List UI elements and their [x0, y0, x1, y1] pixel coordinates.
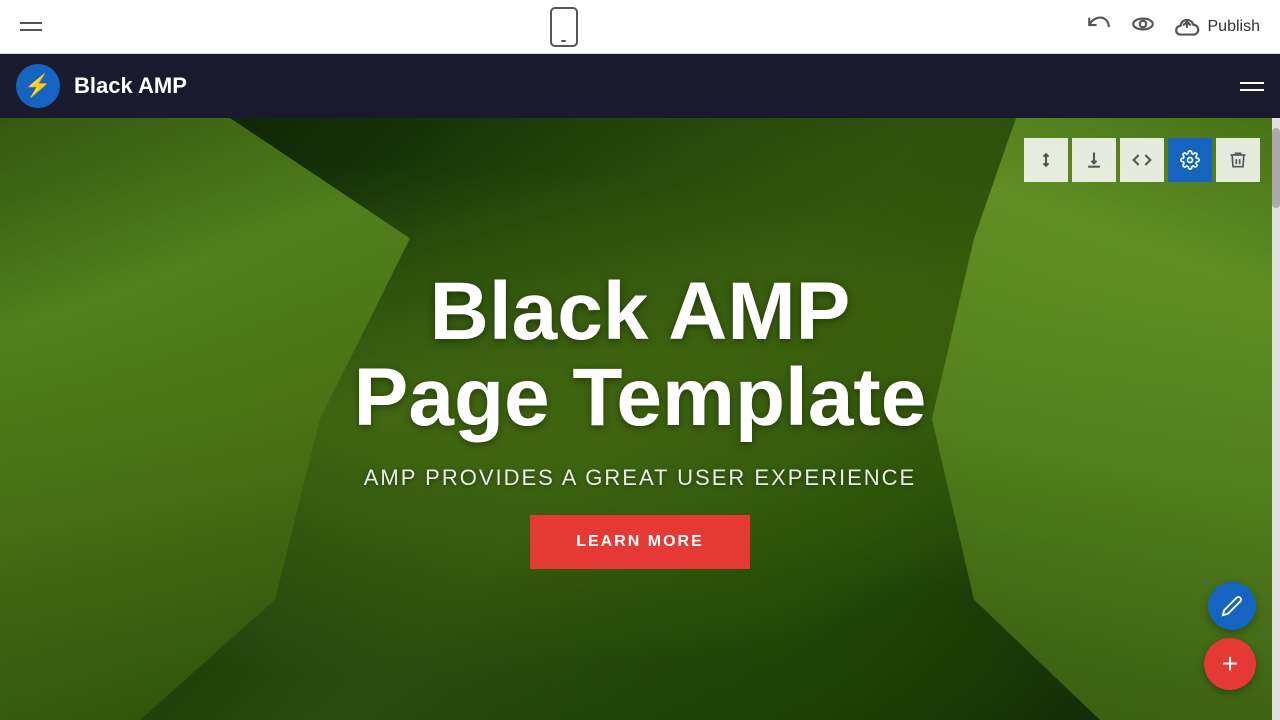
- cloud-upload-icon: [1174, 14, 1200, 40]
- preview-button[interactable]: [1130, 11, 1156, 42]
- top-toolbar: Publish: [0, 0, 1280, 54]
- toolbar-left: [20, 22, 42, 31]
- hero-content: Black AMP Page Template AMP PROVIDES A G…: [0, 118, 1280, 720]
- mobile-preview-icon[interactable]: [550, 7, 578, 47]
- app-header: ⚡ Black AMP: [0, 54, 1280, 118]
- lightning-icon: ⚡: [24, 73, 51, 99]
- hero-cta-button[interactable]: LEARN MORE: [530, 515, 750, 569]
- app-title: Black AMP: [74, 73, 187, 99]
- app-header-left: ⚡ Black AMP: [16, 64, 187, 108]
- hero-title-line1: Black AMP: [430, 266, 851, 357]
- gear-icon: [1180, 150, 1200, 170]
- plus-icon: +: [1222, 648, 1238, 680]
- settings-section-button[interactable]: [1168, 138, 1212, 182]
- toolbar-center: [550, 7, 578, 47]
- publish-label: Publish: [1208, 18, 1260, 36]
- toolbar-right: Publish: [1086, 11, 1260, 42]
- hamburger-menu-icon[interactable]: [20, 22, 42, 31]
- pencil-icon: [1221, 595, 1243, 617]
- section-toolbar: [1024, 138, 1260, 182]
- eye-icon: [1130, 11, 1156, 37]
- hero-subtitle: AMP PROVIDES A GREAT USER EXPERIENCE: [364, 465, 916, 491]
- hero-title-line2: Page Template: [354, 352, 927, 443]
- publish-button[interactable]: Publish: [1174, 14, 1260, 40]
- fab-add-button[interactable]: +: [1204, 638, 1256, 690]
- trash-icon: [1228, 150, 1248, 170]
- download-section-button[interactable]: [1072, 138, 1116, 182]
- fab-edit-button[interactable]: [1208, 582, 1256, 630]
- hero-section: Black AMP Page Template AMP PROVIDES A G…: [0, 118, 1280, 720]
- code-section-button[interactable]: [1120, 138, 1164, 182]
- delete-section-button[interactable]: [1216, 138, 1260, 182]
- code-icon: [1132, 150, 1152, 170]
- app-logo: ⚡: [16, 64, 60, 108]
- header-hamburger-icon[interactable]: [1240, 82, 1264, 91]
- hero-title: Black AMP Page Template: [354, 269, 927, 441]
- download-icon: [1084, 150, 1104, 170]
- undo-icon: [1086, 11, 1112, 37]
- reorder-section-button[interactable]: [1024, 138, 1068, 182]
- reorder-icon: [1036, 150, 1056, 170]
- undo-button[interactable]: [1086, 11, 1112, 42]
